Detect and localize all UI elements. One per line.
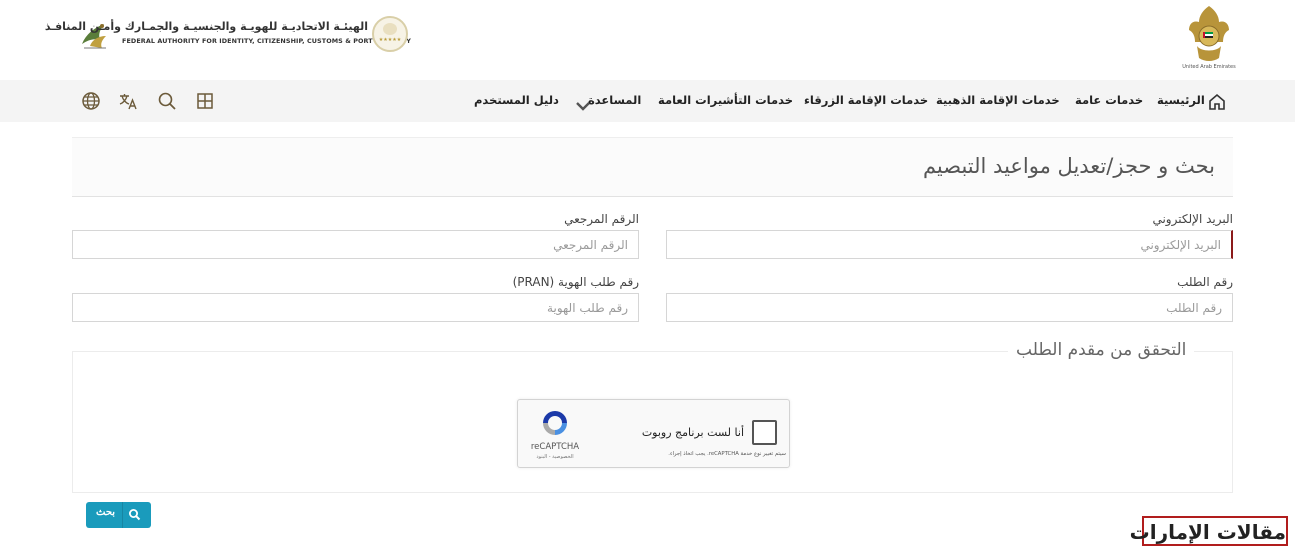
recaptcha-logo-icon — [540, 408, 570, 438]
recaptcha-brand: reCAPTCHA — [530, 442, 580, 452]
recaptcha-checkbox-label: أنا لست برنامج روبوت — [641, 426, 744, 439]
translate-icon[interactable] — [118, 91, 138, 111]
authority-name-arabic: الهيئـة الاتحاديـة للهويـة والجنسيـة وال… — [44, 20, 368, 33]
five-star-badge: ★★★★★ — [372, 16, 408, 52]
recaptcha-notice[interactable]: سيتم تغيير نوع خدمة reCAPTCHA. يجب اتخاذ… — [636, 451, 786, 457]
home-icon[interactable] — [1207, 92, 1225, 110]
reference-number-label: الرقم المرجعي — [564, 212, 639, 226]
nav-item-golden-residence[interactable]: خدمات الإقامة الذهبية — [936, 93, 1060, 107]
watermark-text: مقالات الإمارات — [1129, 520, 1286, 544]
nav-item-user-guide[interactable]: دليل المستخدم — [474, 93, 559, 107]
email-field[interactable] — [666, 230, 1233, 259]
nav-item-help[interactable]: المساعدة — [588, 93, 641, 107]
search-button-icon — [128, 508, 141, 521]
button-divider — [122, 502, 123, 528]
site-watermark: مقالات الإمارات — [1129, 516, 1288, 546]
pran-field[interactable] — [72, 293, 639, 322]
pran-label: رقم طلب الهوية (PRAN) — [512, 275, 639, 289]
email-label: البريد الإلكتروني — [1152, 212, 1233, 226]
application-number-label: رقم الطلب — [1177, 275, 1233, 289]
stars-rating: ★★★★★ — [378, 37, 402, 43]
verification-legend: التحقق من مقدم الطلب — [1008, 340, 1195, 360]
authority-name-english: FEDERAL AUTHORITY FOR IDENTITY, CITIZENS… — [122, 37, 411, 45]
chevron-down-icon[interactable] — [573, 96, 590, 111]
search-icon[interactable] — [157, 91, 177, 111]
search-button-label: بحث — [96, 507, 116, 518]
globe-icon[interactable] — [81, 91, 101, 111]
reference-number-field[interactable] — [72, 230, 639, 259]
grid-icon[interactable] — [195, 91, 215, 111]
badge-emblem-icon — [383, 23, 397, 35]
nav-item-visa-services[interactable]: خدمات التأشيرات العامة — [658, 93, 793, 107]
recaptcha-privacy-terms[interactable]: الخصوصية - البنود — [522, 454, 588, 460]
recaptcha-widget: أنا لست برنامج روبوت reCAPTCHA الخصوصية … — [517, 399, 790, 468]
title-panel: بحث و حجز/تعديل مواعيد التبصيم — [72, 137, 1233, 197]
search-button[interactable]: بحث — [86, 502, 151, 528]
uae-emblem-icon[interactable] — [1183, 2, 1235, 72]
nav-item-general-services[interactable]: خدمات عامة — [1075, 93, 1143, 107]
nav-item-blue-residence[interactable]: خدمات الإقامة الزرقاء — [804, 93, 928, 107]
page-title: بحث و حجز/تعديل مواعيد التبصيم — [922, 154, 1215, 178]
nav-item-home[interactable]: الرئيسية — [1157, 93, 1205, 107]
main-navbar: الرئيسية خدمات عامة خدمات الإقامة الذهبي… — [0, 80, 1295, 122]
recaptcha-checkbox[interactable] — [752, 420, 777, 445]
emblem-caption: United Arab Emirates — [1182, 64, 1236, 70]
application-number-field[interactable] — [666, 293, 1233, 322]
site-header: الهيئـة الاتحاديـة للهويـة والجنسيـة وال… — [0, 0, 1295, 80]
